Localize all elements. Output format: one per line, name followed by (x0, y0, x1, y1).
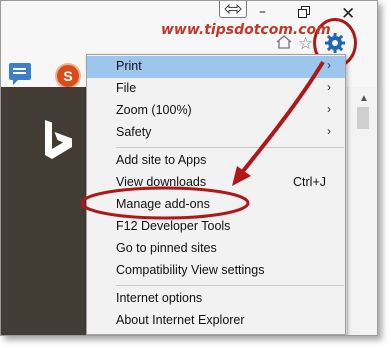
submenu-arrow-icon: › (327, 80, 331, 94)
watermark-text: www.tipsdotcom.com (161, 22, 331, 38)
menu-separator (116, 147, 344, 148)
menu-separator (116, 285, 344, 286)
scrollbar-thumb[interactable] (357, 107, 369, 129)
menu-item-file[interactable]: File › (87, 78, 345, 100)
menu-item-label: Internet options (116, 291, 203, 305)
menu-item-label: File (116, 81, 137, 95)
submenu-arrow-icon: › (327, 58, 331, 72)
menu-item-label: Go to pinned sites (116, 241, 217, 255)
menu-item-label: About Internet Explorer (116, 313, 245, 327)
menu-item-f12-developer-tools[interactable]: F12 Developer Tools (87, 216, 345, 238)
menu-item-label: Add site to Apps (116, 153, 207, 167)
menu-item-label: Compatibility View settings (116, 263, 265, 277)
menu-item-print[interactable]: Print › (87, 56, 345, 78)
browser-window: – ✕ ☆ S ▲ Print › File › Zoom (100%) › S… (0, 0, 378, 336)
menu-item-manage-add-ons[interactable]: Manage add-ons (87, 194, 345, 216)
submenu-arrow-icon: › (327, 124, 331, 138)
restore-button[interactable] (296, 4, 312, 20)
menu-item-label: Print (116, 59, 142, 73)
menu-item-zoom[interactable]: Zoom (100%) › (87, 100, 345, 122)
scroll-up-arrow-icon[interactable]: ▲ (359, 93, 369, 104)
menu-item-internet-options[interactable]: Internet options (87, 288, 345, 310)
menu-item-label: Zoom (100%) (116, 103, 192, 117)
submenu-arrow-icon: › (327, 102, 331, 116)
menu-item-shortcut: Ctrl+J (293, 175, 326, 189)
feedback-chat-icon[interactable] (9, 63, 31, 85)
menu-item-safety[interactable]: Safety › (87, 122, 345, 144)
menu-item-label: View downloads (116, 175, 207, 189)
menu-item-label: Manage add-ons (116, 197, 210, 211)
menu-item-view-downloads[interactable]: View downloads Ctrl+J (87, 172, 345, 194)
menu-item-label: Safety (116, 125, 152, 139)
menu-item-label: F12 Developer Tools (116, 219, 231, 233)
menu-item-compatibility-view-settings[interactable]: Compatibility View settings (87, 260, 345, 282)
minimize-button[interactable]: – (259, 4, 266, 20)
tools-menu: Print › File › Zoom (100%) › Safety › Ad… (86, 54, 346, 335)
s-logo-icon[interactable]: S (55, 63, 81, 89)
menu-item-about-internet-explorer[interactable]: About Internet Explorer (87, 310, 345, 332)
bing-logo-icon (41, 118, 75, 167)
resize-handle-icon[interactable] (219, 1, 247, 18)
menu-item-go-to-pinned-sites[interactable]: Go to pinned sites (87, 238, 345, 260)
menu-item-add-site-to-apps[interactable]: Add site to Apps (87, 150, 345, 172)
